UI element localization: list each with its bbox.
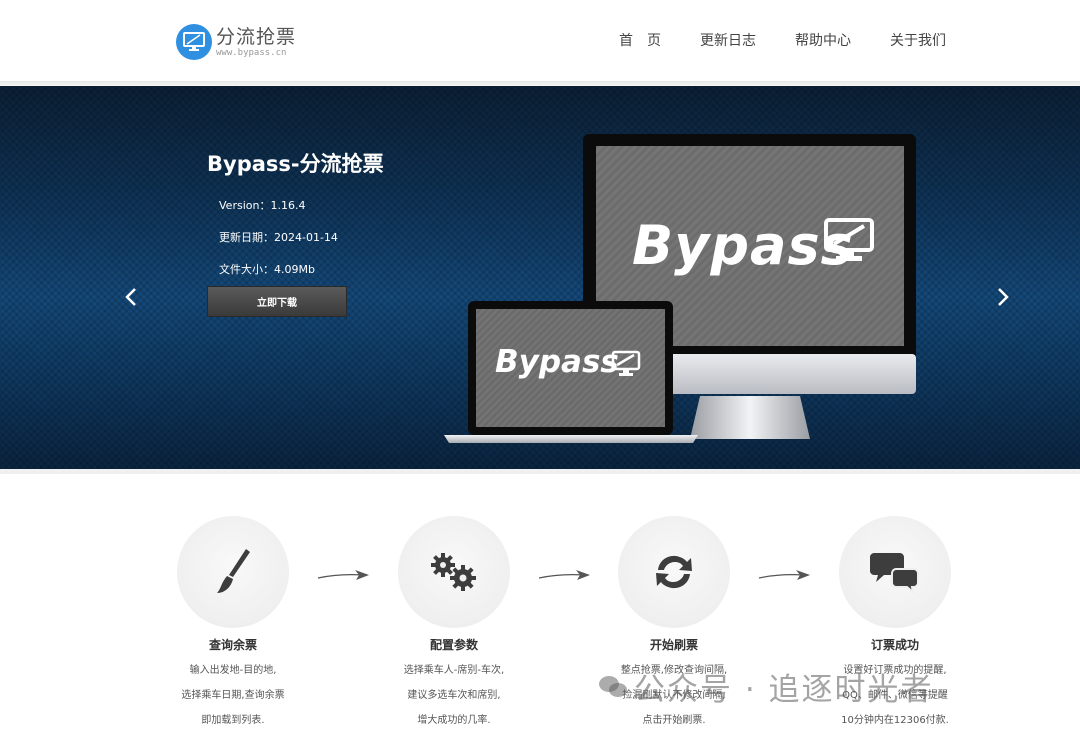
- flow-arrow-icon: [538, 570, 590, 580]
- logo-url: www.bypass.cn: [216, 47, 287, 58]
- download-button[interactable]: 立即下载: [207, 286, 347, 317]
- main-nav: 首 页 更新日志 帮助中心 关于我们: [580, 32, 946, 50]
- banner-divider: [0, 469, 1080, 474]
- update-date-text: 更新日期：2024-01-14: [219, 231, 338, 244]
- chevron-right-icon: [998, 288, 1009, 306]
- chat-bubbles-icon: [870, 553, 919, 593]
- step-config-desc-1: 选择乘车人-席别-车次,: [403, 665, 505, 676]
- carousel-next-button[interactable]: [991, 282, 1015, 312]
- nav-about-us[interactable]: 关于我们: [890, 32, 946, 50]
- step-config-desc-3: 增大成功的几率.: [417, 715, 491, 726]
- watermark-text: 公众号 · 追逐时光者: [634, 672, 934, 708]
- laptop-brand-icon: [611, 350, 641, 376]
- nav-home[interactable]: 首 页: [619, 32, 661, 50]
- product-title: Bypass-分流抢票: [207, 152, 384, 176]
- brush-icon: [217, 549, 250, 593]
- file-size-text: 文件大小：4.09Mb: [219, 263, 315, 276]
- step-query-desc-1: 输入出发地-目的地,: [189, 665, 277, 676]
- logo-name: 分流抢票: [216, 25, 297, 48]
- step-config-circle: [398, 516, 510, 628]
- carousel-prev-button[interactable]: [119, 282, 143, 312]
- chevron-left-icon: [125, 288, 136, 306]
- hero-banner: Bypass Bypass: [0, 86, 1080, 469]
- wechat-watermark: 公众号 · 追逐时光者: [598, 664, 934, 709]
- step-success-desc-3: 10分钟内在12306付款.: [841, 715, 949, 726]
- nav-help-center[interactable]: 帮助中心: [795, 32, 851, 50]
- site-logo[interactable]: 分流抢票 www.bypass.cn: [176, 22, 326, 62]
- nav-changelog[interactable]: 更新日志: [700, 32, 756, 50]
- laptop-brand-text: Bypass: [495, 344, 619, 380]
- step-success-circle: [839, 516, 951, 628]
- monitor-logo-icon: [176, 24, 212, 60]
- step-refresh-desc-3: 点击开始刷票.: [642, 715, 706, 726]
- flow-arrow-icon: [758, 570, 810, 580]
- step-query-desc-3: 即加载到列表.: [201, 715, 265, 726]
- version-text: Version：1.16.4: [219, 199, 306, 212]
- wechat-icon: [599, 675, 627, 697]
- step-refresh-title: 开始刷票: [649, 638, 698, 652]
- step-query-circle: [177, 516, 289, 628]
- gears-icon: [431, 553, 476, 591]
- step-config-title: 配置参数: [429, 638, 478, 652]
- flow-arrow-icon: [317, 570, 369, 580]
- monitor-brand-icon: [824, 218, 874, 261]
- step-refresh-circle: [618, 516, 730, 628]
- monitor-brand-text: Bypass: [632, 214, 854, 277]
- step-query-desc-2: 选择乘车日期,查询余票: [181, 690, 285, 701]
- refresh-icon: [656, 555, 692, 589]
- step-success-title: 订票成功: [870, 638, 919, 652]
- step-query-title: 查询余票: [208, 638, 257, 652]
- site-header: 分流抢票 www.bypass.cn 首 页 更新日志 帮助中心 关于我们: [0, 0, 1080, 81]
- step-config-desc-2: 建议多选车次和席别,: [407, 690, 501, 701]
